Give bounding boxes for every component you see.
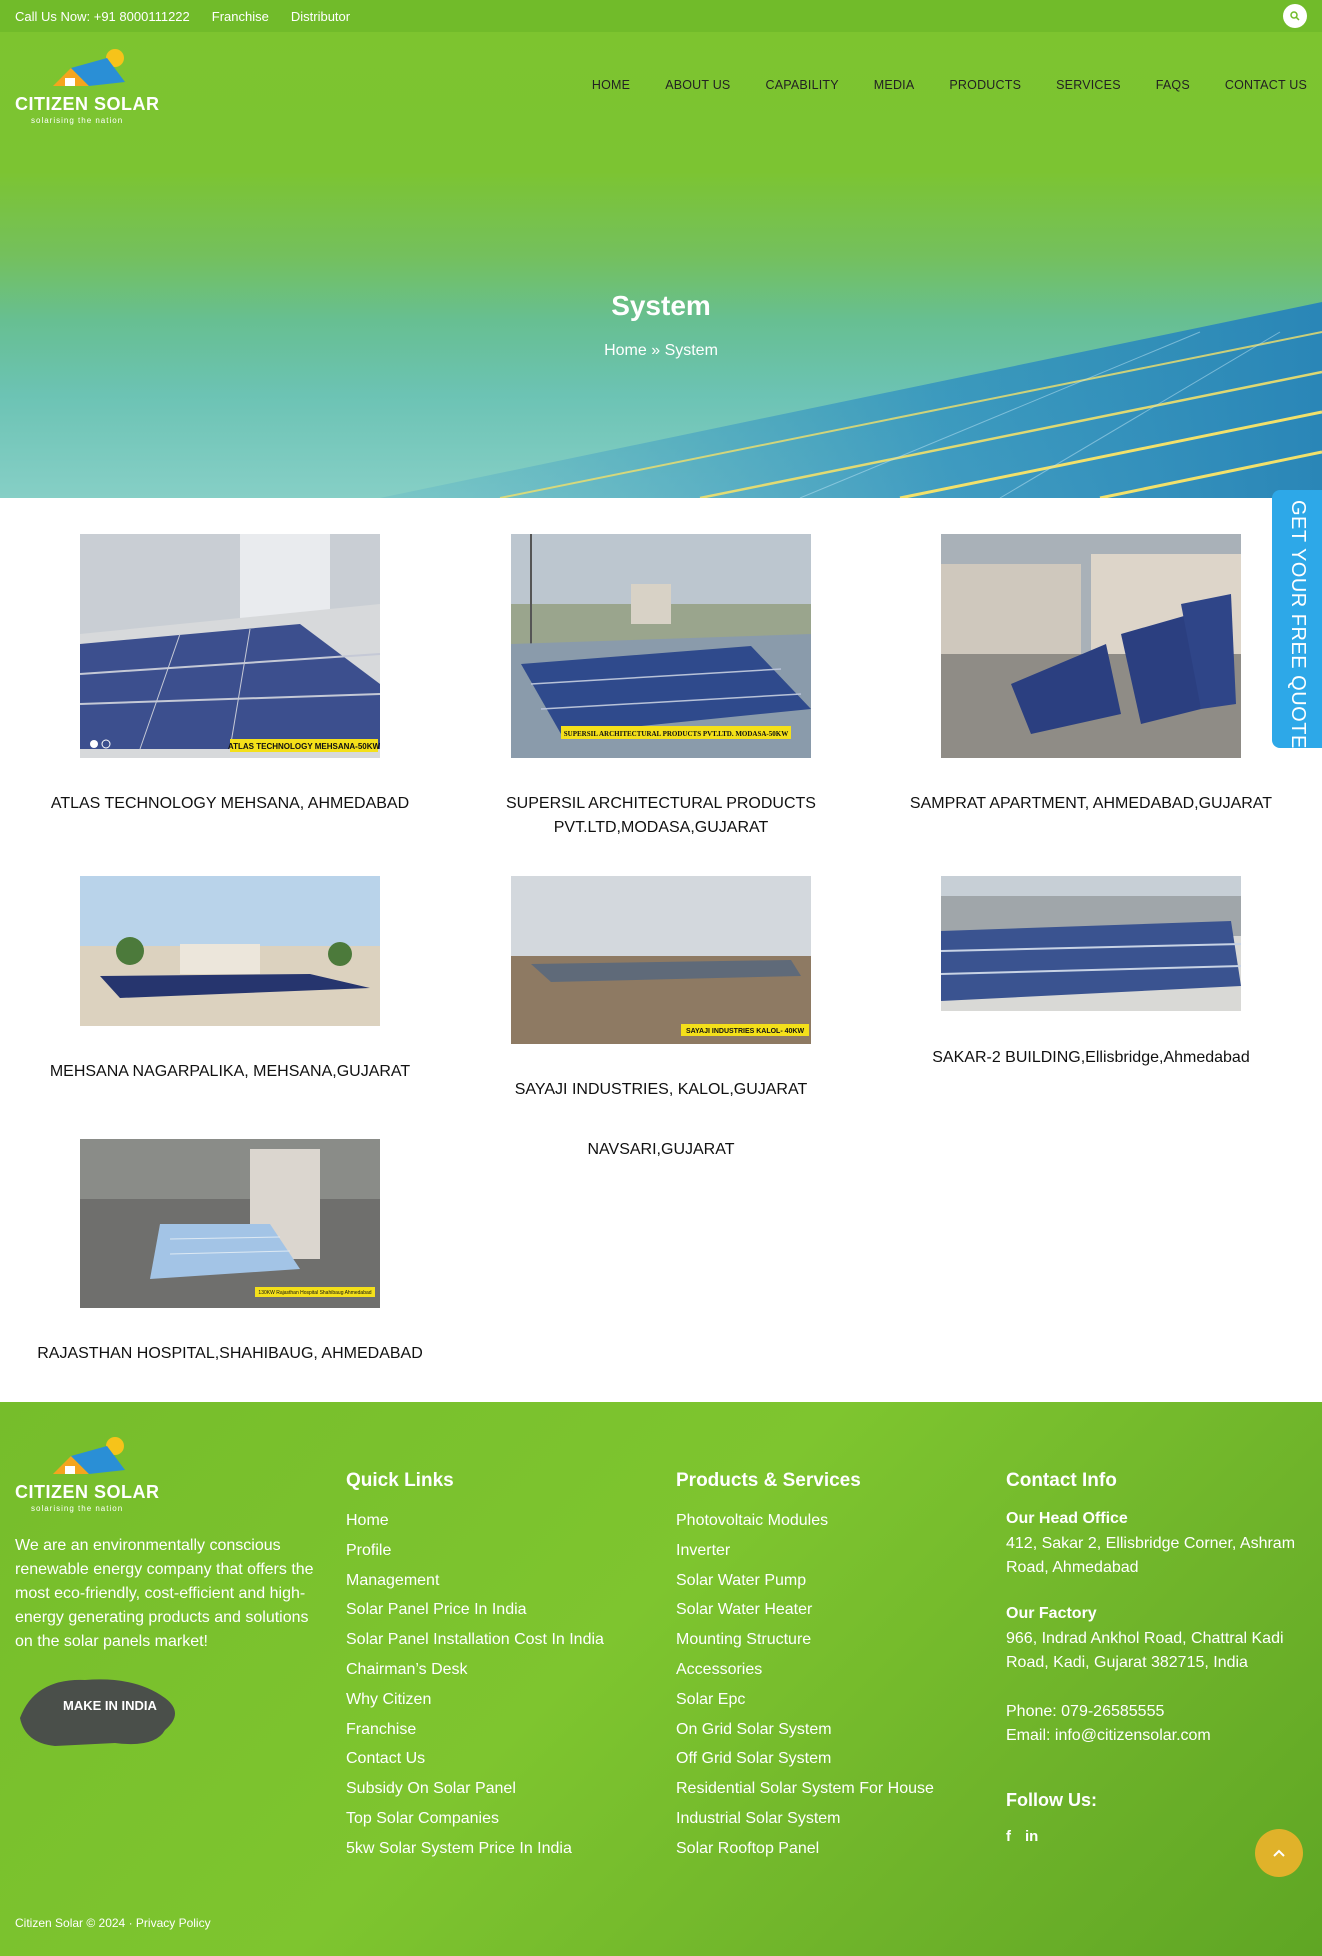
contact-phone[interactable]: Phone: 079-26585555 bbox=[1006, 1700, 1164, 1724]
quick-link-top-companies[interactable]: Top Solar Companies bbox=[346, 1804, 604, 1834]
project-banner: SUPERSIL ARCHITECTURAL PRODUCTS PVT.LTD.… bbox=[564, 730, 788, 738]
company-description: We are an environmentally conscious rene… bbox=[15, 1537, 314, 1650]
footer-logo[interactable]: CITIZEN SOLAR solarising the nation bbox=[15, 1434, 161, 1514]
main-nav: HOME ABOUT US CAPABILITY MEDIA PRODUCTS … bbox=[557, 78, 1307, 92]
product-link[interactable]: Photovoltaic Modules bbox=[676, 1506, 934, 1536]
quick-links-title: Quick Links bbox=[346, 1470, 454, 1491]
product-link[interactable]: Accessories bbox=[676, 1655, 934, 1685]
nav-home[interactable]: HOME bbox=[592, 78, 630, 92]
product-link[interactable]: Off Grid Solar System bbox=[676, 1744, 934, 1774]
quick-link-subsidy[interactable]: Subsidy On Solar Panel bbox=[346, 1774, 604, 1804]
quick-link-why-citizen[interactable]: Why Citizen bbox=[346, 1685, 604, 1715]
nav-products[interactable]: PRODUCTS bbox=[949, 78, 1021, 92]
quick-link-solar-panel-price[interactable]: Solar Panel Price In India bbox=[346, 1595, 604, 1625]
nav-contact-us[interactable]: CONTACT US bbox=[1225, 78, 1307, 92]
product-link[interactable]: Solar Epc bbox=[676, 1685, 934, 1715]
product-link[interactable]: Solar Rooftop Panel bbox=[676, 1834, 934, 1864]
project-caption: SAMPRAT APARTMENT, AHMEDABAD,GUJARAT bbox=[909, 795, 1273, 812]
solar-panel-backdrop bbox=[380, 302, 1322, 498]
product-link[interactable]: Inverter bbox=[676, 1536, 934, 1566]
products-list: Photovoltaic Modules Inverter Solar Wate… bbox=[676, 1506, 934, 1864]
make-in-india-text: MAKE IN INDIA bbox=[63, 1698, 158, 1713]
products-title: Products & Services bbox=[676, 1470, 861, 1491]
product-link[interactable]: Solar Water Heater bbox=[676, 1595, 934, 1625]
social-links: f in bbox=[1006, 1828, 1052, 1845]
factory-address: 966, Indrad Ankhol Road, Chattral Kadi R… bbox=[1006, 1630, 1284, 1671]
product-link[interactable]: On Grid Solar System bbox=[676, 1715, 934, 1745]
product-link[interactable]: Solar Water Pump bbox=[676, 1566, 934, 1596]
quick-link-franchise[interactable]: Franchise bbox=[346, 1715, 604, 1745]
hero-banner: CITIZEN SOLAR solarising the nation HOME… bbox=[0, 32, 1322, 498]
search-icon[interactable] bbox=[1283, 4, 1307, 28]
project-image[interactable] bbox=[941, 876, 1241, 1011]
contact-title: Contact Info bbox=[1006, 1470, 1117, 1491]
project-caption: SUPERSIL ARCHITECTURAL PRODUCTS PVT.LTD,… bbox=[506, 795, 816, 836]
quick-link-5kw-price[interactable]: 5kw Solar System Price In India bbox=[346, 1834, 604, 1864]
project-caption: SAKAR-2 BUILDING,Ellisbridge,Ahmedabad bbox=[932, 1049, 1250, 1066]
project-image[interactable]: SUPERSIL ARCHITECTURAL PRODUCTS PVT.LTD.… bbox=[511, 534, 811, 758]
product-link[interactable]: Residential Solar System For House bbox=[676, 1774, 934, 1804]
logo-icon bbox=[53, 1437, 125, 1474]
factory-label: Our Factory bbox=[1006, 1605, 1097, 1622]
franchise-link[interactable]: Franchise bbox=[212, 9, 269, 24]
project-image[interactable]: SAYAJI INDUSTRIES KALOL- 40KW bbox=[511, 876, 811, 1044]
nav-faqs[interactable]: FAQS bbox=[1156, 78, 1190, 92]
contact-email[interactable]: Email: info@citizensolar.com bbox=[1006, 1724, 1211, 1748]
brand-tagline: solarising the nation bbox=[31, 116, 124, 125]
nav-media[interactable]: MEDIA bbox=[874, 78, 915, 92]
quick-link-installation-cost[interactable]: Solar Panel Installation Cost In India bbox=[346, 1625, 604, 1655]
project-banner: SAYAJI INDUSTRIES KALOL- 40KW bbox=[686, 1028, 805, 1035]
site-footer: CITIZEN SOLAR solarising the nation We a… bbox=[0, 1402, 1322, 1956]
breadcrumb[interactable]: Home » System bbox=[0, 342, 1322, 360]
project-banner: ATLAS TECHNOLOGY MEHSANA-50KW bbox=[228, 742, 380, 751]
nav-about-us[interactable]: ABOUT US bbox=[665, 78, 730, 92]
distributor-link[interactable]: Distributor bbox=[291, 9, 350, 24]
project-image[interactable] bbox=[941, 534, 1241, 758]
scroll-to-top-button[interactable] bbox=[1255, 1829, 1303, 1877]
brand-name: CITIZEN SOLAR bbox=[15, 94, 160, 114]
quick-link-contact-us[interactable]: Contact Us bbox=[346, 1744, 604, 1774]
top-bar: Call Us Now: +91 8000111222 Franchise Di… bbox=[0, 0, 1322, 32]
project-banner: 130KW Rajasthan Hospital Shahibaug Ahmed… bbox=[258, 1290, 371, 1296]
logo[interactable]: CITIZEN SOLAR solarising the nation bbox=[15, 46, 161, 126]
copyright-text: Citizen Solar © 2024 · Privacy Policy bbox=[15, 1916, 211, 1930]
head-office-address: 412, Sakar 2, Ellisbridge Corner, Ashram… bbox=[1006, 1535, 1296, 1576]
free-quote-label: GET YOUR FREE QUOTE bbox=[1287, 500, 1309, 749]
quick-link-management[interactable]: Management bbox=[346, 1566, 604, 1596]
product-link[interactable]: Industrial Solar System bbox=[676, 1804, 934, 1834]
nav-services[interactable]: SERVICES bbox=[1056, 78, 1121, 92]
project-image[interactable] bbox=[80, 876, 380, 1026]
project-image[interactable]: 130KW Rajasthan Hospital Shahibaug Ahmed… bbox=[80, 1139, 380, 1308]
project-image[interactable]: ATLAS TECHNOLOGY MEHSANA-50KW bbox=[80, 534, 380, 758]
brand-name: CITIZEN SOLAR bbox=[15, 1482, 160, 1502]
page-title: System bbox=[611, 290, 711, 321]
quick-link-profile[interactable]: Profile bbox=[346, 1536, 604, 1566]
nav-capability[interactable]: CAPABILITY bbox=[765, 78, 838, 92]
free-quote-tab[interactable]: GET YOUR FREE QUOTE bbox=[1272, 490, 1322, 749]
make-in-india-logo: MAKE IN INDIA bbox=[15, 1668, 195, 1753]
follow-us-title: Follow Us: bbox=[1006, 1790, 1097, 1810]
quick-link-home[interactable]: Home bbox=[346, 1506, 604, 1536]
logo-icon bbox=[53, 49, 125, 86]
head-office-label: Our Head Office bbox=[1006, 1510, 1128, 1527]
project-caption: ATLAS TECHNOLOGY MEHSANA, AHMEDABAD bbox=[50, 795, 410, 812]
chevron-up-icon bbox=[1273, 1849, 1285, 1857]
quick-links-list: Home Profile Management Solar Panel Pric… bbox=[346, 1506, 604, 1864]
quick-link-chairmans-desk[interactable]: Chairman’s Desk bbox=[346, 1655, 604, 1685]
phone-link[interactable]: Call Us Now: +91 8000111222 bbox=[15, 9, 190, 24]
project-caption: MEHSANA NAGARPALIKA, MEHSANA,GUJARAT bbox=[49, 1063, 411, 1080]
linkedin-icon[interactable]: in bbox=[1025, 1828, 1038, 1845]
project-caption: RAJASTHAN HOSPITAL,SHAHIBAUG, AHMEDABAD bbox=[37, 1345, 423, 1362]
project-caption: NAVSARI,GUJARAT bbox=[587, 1141, 735, 1158]
facebook-icon[interactable]: f bbox=[1006, 1828, 1011, 1845]
product-link[interactable]: Mounting Structure bbox=[676, 1625, 934, 1655]
project-caption: SAYAJI INDUSTRIES, KALOL,GUJARAT bbox=[514, 1081, 808, 1098]
brand-tagline: solarising the nation bbox=[31, 1504, 124, 1513]
